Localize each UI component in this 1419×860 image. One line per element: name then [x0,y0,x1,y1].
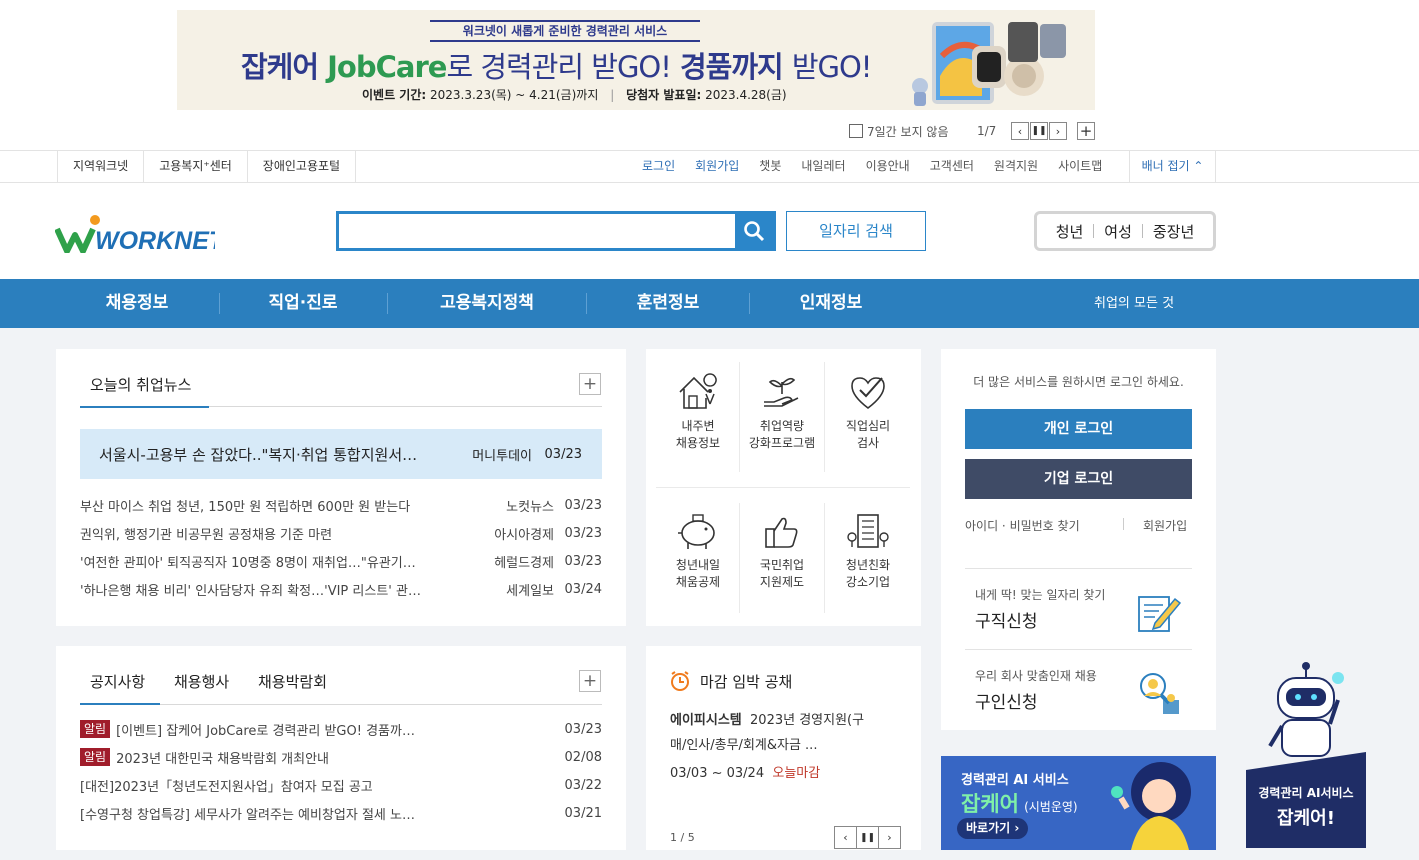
site-header: WORKNET 일자리 검색 청년 여성 중장년 [0,183,1419,279]
deadline-next-button[interactable]: › [878,826,901,849]
middle-aged-link[interactable]: 중장년 [1153,221,1194,242]
personal-login-button[interactable]: 개인 로그인 [965,409,1192,449]
news-title[interactable]: 오늘의 취업뉴스 [90,374,191,395]
job-apply-link[interactable]: 내게 딱! 맞는 일자리 찾기 구직신청 [965,569,1192,649]
company-login-button[interactable]: 기업 로그인 [965,459,1192,499]
job-search-button[interactable]: 일자리 검색 [786,211,926,251]
target-group-tabs: 청년 여성 중장년 [1034,211,1216,251]
nav-all-menu[interactable]: 취업의 모든 것 [1094,279,1174,328]
house-location-icon [679,373,717,409]
banner-period: 이벤트 기간: 2023.3.23(목) ~ 4.21(금)까지 | 당첨자 발… [362,88,787,102]
building-icon [847,514,889,548]
deadline-job-item[interactable]: 에이피시스템 2023년 경영지원(구 매/인사/총무/회계&자금 ... 03… [670,708,898,786]
news-item[interactable]: 권익위, 행정기관 비공무원 공정채용 기준 마련 아시아경제 03/23 [80,519,602,547]
tab-job-fair[interactable]: 채용박람회 [258,671,327,692]
woman-illustration [1111,762,1191,850]
login-link[interactable]: 로그인 [632,151,685,182]
banner-pause-button[interactable]: ❚❚ [1030,122,1048,140]
document-pen-icon [1138,596,1182,632]
service-national-employment[interactable]: 국민취업 지원제도 [740,511,824,591]
banner-page-indicator: 1/7 [977,124,997,138]
deadline-title: 마감 임박 공채 [700,673,793,691]
prize-devices-illustration [912,22,1066,106]
worknet-logo[interactable]: WORKNET [55,213,215,253]
deadline-pause-button[interactable]: ❚❚ [856,826,879,849]
svg-text:WORKNET: WORKNET [95,227,215,253]
customer-center-link[interactable]: 고객센터 [920,151,984,182]
service-psych-test[interactable]: 직업심리 검사 [826,372,910,452]
service-youth-savings[interactable]: 청년내일 채움공제 [656,511,740,591]
youth-link[interactable]: 청년 [1056,221,1084,242]
person-search-icon [1140,673,1179,714]
login-notice: 더 많은 서비스를 원하시면 로그인 하세요. [973,375,1184,389]
top-banner-area: 워크넷이 새롭게 준비한 경력관리 서비스 잡케어 JobCare로 경력관리 … [0,0,1419,150]
heart-check-icon [851,377,885,410]
nav-career[interactable]: 직업·진로 [222,279,384,328]
service-nearby-jobs[interactable]: 내주변 채용정보 [656,372,740,452]
search-button[interactable] [735,214,773,248]
news-headline[interactable]: 서울시-고용부 손 잡았다.."복지·취업 통합지원서… 머니투데이 03/23 [80,429,602,479]
tab-notice[interactable]: 공지사항 [90,671,145,692]
chatbot-link[interactable]: 챗봇 [749,151,791,182]
fold-banner-button[interactable]: 배너 접기 ⌃ [1129,151,1216,182]
notice-badge: 알림 [80,748,111,766]
sitemap-link[interactable]: 사이트맵 [1048,151,1112,182]
newsletter-link[interactable]: 내일레터 [791,151,855,182]
hide-week-option[interactable]: 7일간 보지 않음 [849,121,949,141]
link-employment-welfare-center[interactable]: 고용복지⁺센터 [143,151,247,182]
banner-more-button[interactable]: + [1077,122,1095,140]
link-disabled-employment-portal[interactable]: 장애인고용포털 [246,151,357,182]
deadline-prev-button[interactable]: ‹ [834,826,857,849]
nav-talent[interactable]: 인재정보 [752,279,910,328]
jobcare-ai-banner[interactable]: 경력관리 AI 서비스 잡케어 (시범운영) 바로가기 › [941,756,1216,850]
search-icon [744,221,765,242]
signup-link[interactable]: 회원가입 [685,151,749,182]
nav-training[interactable]: 훈련정보 [589,279,747,328]
main-navigation: 채용정보 직업·진로 고용복지정책 훈련정보 인재정보 취업의 모든 것 [0,279,1419,328]
notice-item[interactable]: 알림 2023년 대한민국 채용박람회 개최안내 02/08 [80,743,602,771]
search-box [336,211,776,251]
news-item[interactable]: 부산 마이스 취업 청년, 150만 원 적립하면 600만 원 받는다 노컷뉴스… [80,491,602,519]
ai-service-floating-button[interactable]: 경력관리 AI서비스 잡케어! [1246,660,1366,850]
find-id-password-link[interactable]: 아이디 · 비밀번호 찾기 [965,517,1080,534]
banner-headline: 잡케어 JobCare로 경력관리 받GO! 경품까지 받GO! [241,50,872,84]
banner-prev-button[interactable]: ‹ [1011,122,1029,140]
notice-badge: 알림 [80,720,111,738]
tab-recruit-events[interactable]: 채용행사 [174,671,229,692]
join-link[interactable]: 회원가입 [1143,517,1187,534]
service-youth-friendly-sme[interactable]: 청년친화 강소기업 [826,511,910,591]
promo-banner[interactable]: 워크넷이 새롭게 준비한 경력관리 서비스 잡케어 JobCare로 경력관리 … [177,10,1095,110]
notice-more-button[interactable]: + [579,670,601,692]
ai-banner-go-button[interactable]: 바로가기 › [957,818,1029,839]
hand-sprout-icon [764,377,799,407]
news-more-button[interactable]: + [579,373,601,395]
women-link[interactable]: 여성 [1104,221,1132,242]
hide-week-checkbox[interactable] [849,124,863,138]
notice-item[interactable]: [수영구청 창업특강] 세무사가 알려주는 예비창업자 절세 노… 03/21 [80,799,602,827]
thumbs-up-icon [765,517,798,548]
service-competency-program[interactable]: 취업역량 강화프로그램 [740,372,824,452]
guide-link[interactable]: 이용안내 [856,151,920,182]
notice-item[interactable]: 알림 [이벤트] 잡케어 JobCare로 경력관리 받GO! 경품까… 03/23 [80,715,602,743]
news-item[interactable]: '하나은행 채용 비리' 인사담당자 유죄 확정…'VIP 리스트' 관… 세계일… [80,575,602,603]
link-regional-worknet[interactable]: 지역워크넷 [57,151,143,182]
hire-apply-link[interactable]: 우리 회사 맞춤인재 채용 구인신청 [965,650,1192,730]
utility-bar: 지역워크넷 고용복지⁺센터 장애인고용포털 로그인 회원가입 챗봇 내일레터 이… [0,150,1419,183]
search-input[interactable] [339,214,735,248]
banner-subtitle: 워크넷이 새롭게 준비한 경력관리 서비스 [430,20,700,42]
nav-welfare-policy[interactable]: 고용복지정책 [390,279,584,328]
remote-support-link[interactable]: 원격지원 [984,151,1048,182]
alarm-clock-icon [671,671,689,691]
piggy-bank-icon [678,514,715,549]
chevron-up-icon: ⌃ [1193,159,1204,173]
nav-recruitment[interactable]: 채용정보 [57,279,217,328]
deadline-page-indicator: 1 / 5 [670,831,695,844]
banner-next-button[interactable]: › [1049,122,1067,140]
notice-item[interactable]: [대전]2023년「청년도전지원사업」참여자 모집 공고 03/22 [80,771,602,799]
news-item[interactable]: '여전한 관피아' 퇴직공직자 10명중 8명이 재취업…"유관기… 헤럴드경제 0… [80,547,602,575]
